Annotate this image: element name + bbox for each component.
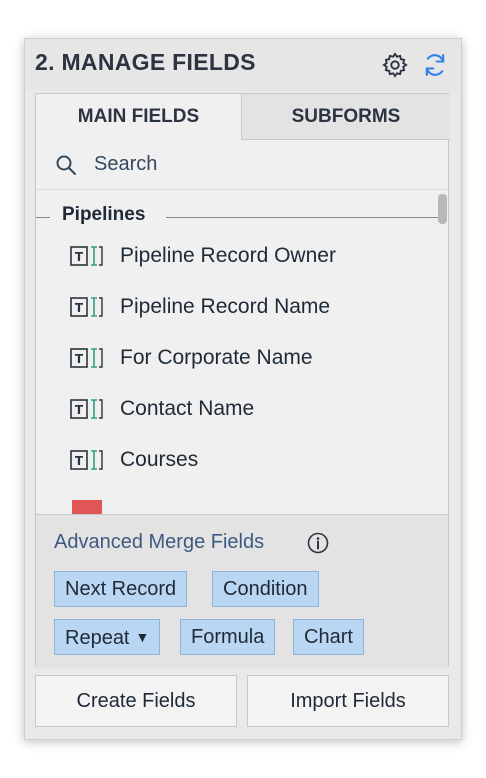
- text-field-icon: T: [70, 348, 103, 368]
- text-field-icon: T: [70, 246, 103, 266]
- field-item[interactable]: T Pipeline Record Name: [36, 287, 436, 327]
- formula-button[interactable]: Formula: [180, 619, 276, 655]
- panel-title: 2. MANAGE FIELDS: [35, 49, 256, 75]
- field-item[interactable]: T Contact Name: [36, 389, 436, 429]
- search-placeholder: Search: [94, 153, 158, 175]
- advanced-merge-title: Advanced Merge Fields: [54, 531, 265, 553]
- text-field-icon: T: [70, 399, 103, 419]
- search-input[interactable]: Search: [36, 140, 448, 190]
- svg-text:T: T: [75, 301, 84, 315]
- field-list: Pipelines T Pipeline Record Owner T Pipe…: [36, 190, 448, 514]
- text-field-icon: T: [70, 297, 103, 317]
- field-label: Courses: [120, 448, 199, 471]
- text-field-icon: T: [70, 450, 103, 470]
- next-record-button[interactable]: Next Record: [54, 571, 188, 607]
- field-type-icon: [72, 500, 102, 514]
- manage-fields-panel: 2. MANAGE FIELDS MAIN FIELDS SUBFORMS Se…: [24, 38, 462, 740]
- field-item[interactable]: T Pipeline Record Owner: [36, 236, 436, 276]
- repeat-label: Repeat: [65, 627, 130, 649]
- svg-text:T: T: [75, 250, 84, 264]
- chart-button[interactable]: Chart: [293, 619, 364, 655]
- caret-down-icon: ▼: [135, 629, 150, 645]
- field-label: For Corporate Name: [120, 346, 313, 369]
- search-icon: [56, 155, 76, 175]
- field-label: Pipeline Record Name: [120, 295, 331, 318]
- info-icon[interactable]: [306, 531, 330, 555]
- field-label: Contact Name: [120, 397, 255, 420]
- gear-icon[interactable]: [381, 51, 409, 79]
- svg-text:T: T: [75, 403, 84, 417]
- svg-text:T: T: [75, 352, 84, 366]
- condition-button[interactable]: Condition: [212, 571, 319, 607]
- tab-bar: MAIN FIELDS SUBFORMS: [36, 94, 450, 140]
- field-item[interactable]: T For Corporate Name: [36, 338, 436, 378]
- svg-text:T: T: [75, 454, 84, 468]
- group-divider-left: [36, 217, 50, 218]
- panel-header: 2. MANAGE FIELDS: [25, 39, 461, 91]
- field-group-label: Pipelines: [62, 204, 146, 225]
- advanced-merge-section: Advanced Merge Fields Next Record Condit…: [36, 514, 448, 668]
- group-divider-right: [166, 217, 438, 218]
- import-fields-button[interactable]: Import Fields: [247, 675, 449, 727]
- tab-subforms[interactable]: SUBFORMS: [242, 94, 450, 140]
- create-fields-button[interactable]: Create Fields: [35, 675, 237, 727]
- refresh-icon[interactable]: [421, 51, 449, 79]
- tab-main-fields[interactable]: MAIN FIELDS: [36, 94, 242, 140]
- repeat-dropdown-button[interactable]: Repeat ▼: [54, 619, 161, 655]
- fields-container: MAIN FIELDS SUBFORMS Search Pipelines T: [35, 93, 450, 668]
- field-item-partial[interactable]: [36, 494, 436, 514]
- scrollbar-thumb[interactable]: [438, 194, 447, 224]
- field-label: Pipeline Record Owner: [120, 244, 336, 267]
- field-item[interactable]: T Courses: [36, 440, 436, 480]
